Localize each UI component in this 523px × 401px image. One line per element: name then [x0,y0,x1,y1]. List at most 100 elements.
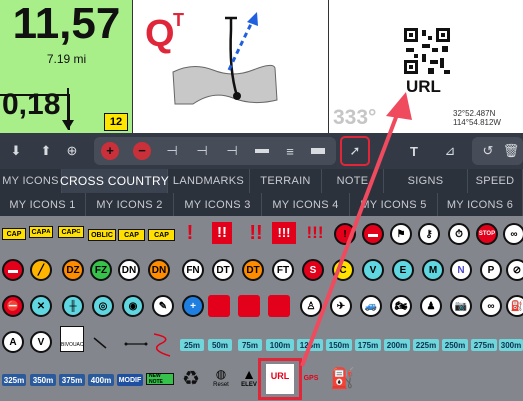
danger-5-icon[interactable]: !!! [300,222,330,244]
medical-icon[interactable]: + [182,295,204,317]
target-icon[interactable]: ⊕ [60,138,84,164]
road-icon[interactable]: ▬ [362,223,384,245]
forbidden-icon[interactable]: ⊘ [506,259,523,281]
text-icon[interactable]: T [404,138,424,164]
danger-3-icon[interactable]: !! [246,222,266,244]
dn-icon[interactable]: DN [118,259,140,281]
tab-my-icons-6[interactable]: MY ICONS 6 [438,193,523,216]
tab-my-icons-2[interactable]: MY ICONS 2 [86,193,174,216]
police-icon[interactable]: ♙ [300,295,322,317]
car-icon[interactable]: 🚙 [360,295,382,317]
a-icon[interactable]: A [2,331,24,353]
distance-250m[interactable]: 250m [442,339,468,351]
cap-c-icon[interactable]: CAP C [58,226,84,238]
elevation-button[interactable]: ▲ ELEV [238,366,260,394]
dz-icon[interactable]: DZ [62,259,84,281]
new-note-button[interactable]: NEW NOTE [146,373,174,385]
distance-100m[interactable]: 100m [266,339,294,351]
distance-275m[interactable]: 275m [471,339,497,351]
danger-2-icon[interactable]: !! [212,222,232,244]
distance-225m[interactable]: 225m [413,339,439,351]
distance-400m[interactable]: 400m [88,374,114,386]
tab-my-icons-4[interactable]: MY ICONS 4 [262,193,350,216]
tab-my-icons-3[interactable]: MY ICONS 3 [174,193,262,216]
c-icon[interactable]: C [332,259,354,281]
danger-1-icon[interactable]: ! [180,222,200,244]
distance-200m[interactable]: 200m [384,339,410,351]
stopwatch-icon[interactable]: ⏱ [448,223,470,245]
checkered-flag-icon[interactable]: ⚑ [390,223,412,245]
line-long-icon[interactable]: ⊣ [220,138,244,164]
distance-375m[interactable]: 375m [59,374,85,386]
undo-icon[interactable]: ↺ [478,138,498,164]
tab-speed[interactable]: SPEED [468,169,523,193]
distance-325m[interactable]: 325m [2,374,26,386]
reset-button[interactable]: ◍ Reset [206,366,236,394]
line-dashed-icon[interactable]: ≡ [278,138,302,164]
arrow-down-icon[interactable]: ⬇ [6,138,26,164]
red-block-3-icon[interactable] [268,295,290,317]
pointer-icon[interactable]: ➚ [340,136,370,166]
fn-icon[interactable]: FN [182,259,204,281]
line-short-icon[interactable]: ⊣ [160,138,184,164]
m-icon[interactable]: M [422,259,444,281]
camera-icon[interactable]: 📷 [450,295,472,317]
recycle-icon[interactable]: ♻ [180,368,202,390]
trash-icon[interactable]: 🗑 [502,138,520,164]
railroad-icon[interactable]: ╫ [62,295,84,317]
distance-300m[interactable]: 300m [499,339,523,351]
person-icon[interactable]: ♟ [420,295,442,317]
tab-landmarks[interactable]: LANDMARKS [168,169,250,193]
tire-icon[interactable]: ◎ [92,295,114,317]
line-thick-icon[interactable] [306,138,330,164]
binoculars-icon[interactable]: ∞ [503,223,523,245]
distance-175m[interactable]: 175m [355,339,381,351]
dt-orange-icon[interactable]: DT [242,259,264,281]
line-medium-icon[interactable]: ⊣ [190,138,214,164]
ruler-icon[interactable]: ⊿ [440,138,460,164]
hazard-icon[interactable]: ! [334,223,356,245]
danger-4-icon[interactable]: !!! [272,222,296,244]
distance-125m[interactable]: 125m [297,339,323,351]
n-icon[interactable]: N [450,259,472,281]
distance-150m[interactable]: 150m [326,339,352,351]
cap-icon[interactable]: CAP [2,228,26,240]
tulip-panel[interactable]: Q T [133,0,329,133]
tab-cross-country[interactable]: CROSS COUNTRY [60,169,169,193]
fuel-pump-icon[interactable]: ⛽ [506,295,523,317]
add-icon[interactable]: + [98,138,122,164]
distance-50m[interactable]: 50m [208,339,232,351]
modif-button[interactable]: MODIF [117,374,143,386]
tab-signs[interactable]: SIGNS [384,169,468,193]
helicopter-icon[interactable]: ✈ [330,295,352,317]
distance-75m[interactable]: 75m [238,339,262,351]
e-icon[interactable]: E [392,259,414,281]
dt-icon[interactable]: DT [212,259,234,281]
tires-icon[interactable]: ◉ [122,295,144,317]
line-wide-icon[interactable] [250,138,274,164]
tab-my-icons-1[interactable]: MY ICONS 1 [0,193,86,216]
tab-my-icons[interactable]: MY ICONS [0,169,62,193]
binoculars-2-icon[interactable]: ∞ [480,295,502,317]
v-icon[interactable]: V [362,259,384,281]
oblic-icon[interactable]: OBLIC [88,229,116,241]
key-icon[interactable]: ⚷ [418,223,440,245]
remove-icon[interactable]: − [130,138,154,164]
fuel-icon[interactable]: ⛽ [330,366,355,392]
s-icon[interactable]: S [302,259,324,281]
tab-note[interactable]: NOTE [322,169,384,193]
gps-button[interactable]: GPS [300,368,322,390]
cap-dash-icon[interactable]: CAP [148,229,175,241]
distance-350m[interactable]: 350m [30,374,56,386]
red-block-2-icon[interactable] [238,295,260,317]
bivouac-icon[interactable]: BIVOUAC [60,326,84,352]
fz-icon[interactable]: FZ [90,259,112,281]
tab-my-icons-5[interactable]: MY ICONS 5 [350,193,438,216]
v-circle-icon[interactable]: V [30,331,52,353]
tab-terrain[interactable]: TERRAIN [250,169,322,193]
end-zone-icon[interactable]: ╱ [30,259,52,281]
wrench-icon[interactable]: ✎ [152,295,174,317]
cap-a-icon[interactable]: CAP A [29,226,53,238]
no-vehicle-icon[interactable]: ⛔ [2,295,24,317]
motorbike-icon[interactable]: 🏍 [390,295,412,317]
